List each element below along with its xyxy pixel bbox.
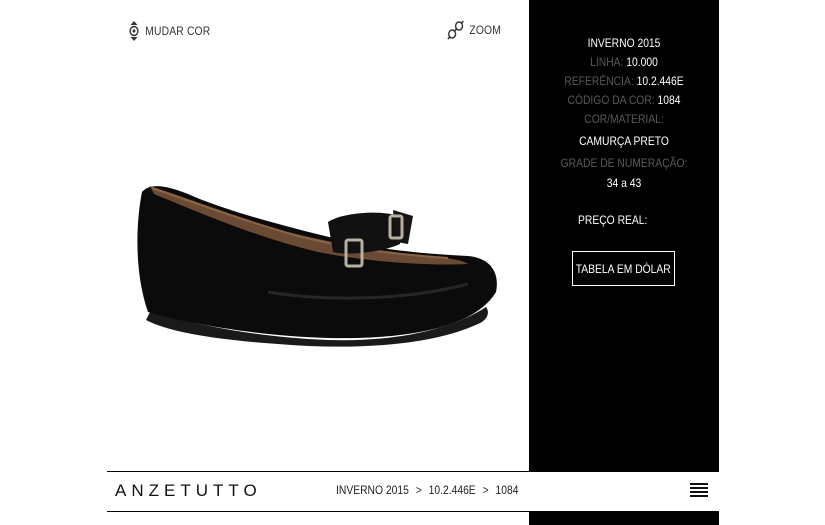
zoom-button[interactable]: ZOOM bbox=[447, 20, 501, 40]
change-color-button[interactable]: MUDAR COR bbox=[128, 20, 210, 42]
chevron-right-icon: > bbox=[415, 483, 422, 497]
color-code-value: 1084 bbox=[657, 93, 681, 107]
sizes-value-row: 34 a 43 bbox=[542, 174, 705, 193]
season-value: INVERNO 2015 bbox=[587, 36, 661, 50]
reference-row: REFERÊNCIA: 10.2.446E bbox=[542, 72, 705, 91]
footer-divider-bottom bbox=[107, 511, 719, 512]
material-value: CAMURÇA PRETO bbox=[579, 134, 669, 148]
product-info-panel: INVERNO 2015 LINHA: 10.000 REFERÊNCIA: 1… bbox=[529, 0, 719, 525]
product-image[interactable] bbox=[128, 172, 508, 352]
color-code-row: CÓDIGO DA COR: 1084 bbox=[542, 91, 705, 110]
price-row: PREÇO REAL: bbox=[578, 213, 647, 227]
breadcrumb: INVERNO 2015 > 10.2.446E > 1084 bbox=[336, 483, 518, 497]
reference-value: 10.2.446E bbox=[636, 74, 684, 88]
material-label-row: COR/MATERIAL: bbox=[542, 110, 705, 129]
hamburger-menu-icon[interactable] bbox=[690, 483, 708, 498]
sizes-value: 34 a 43 bbox=[606, 176, 642, 190]
sizes-label: GRADE DE NUMERAÇÃO: bbox=[560, 156, 688, 170]
reference-label: REFERÊNCIA: bbox=[564, 74, 634, 88]
material-label: COR/MATERIAL: bbox=[584, 112, 664, 126]
brand-logo[interactable]: ANZETUTTO bbox=[115, 481, 262, 501]
line-label: LINHA: bbox=[590, 55, 624, 69]
line-row: LINHA: 10.000 bbox=[542, 53, 705, 72]
change-color-label: MUDAR COR bbox=[145, 24, 211, 38]
chevron-right-icon: > bbox=[482, 483, 489, 497]
dollar-table-label: TABELA EM DÓLAR bbox=[575, 261, 672, 276]
sizes-label-row: GRADE DE NUMERAÇÃO: bbox=[542, 154, 705, 173]
color-code-label: CÓDIGO DA COR: bbox=[567, 93, 655, 107]
line-value: 10.000 bbox=[626, 55, 658, 69]
price-label: PREÇO REAL: bbox=[578, 213, 648, 227]
zoom-label: ZOOM bbox=[469, 23, 502, 37]
dollar-table-button[interactable]: TABELA EM DÓLAR bbox=[572, 251, 675, 286]
zoom-icon bbox=[447, 20, 464, 40]
color-swap-icon bbox=[128, 20, 140, 42]
breadcrumb-item-color[interactable]: 1084 bbox=[495, 483, 518, 497]
breadcrumb-item-season[interactable]: INVERNO 2015 bbox=[336, 483, 409, 497]
breadcrumb-item-reference[interactable]: 10.2.446E bbox=[429, 483, 476, 497]
season-line: INVERNO 2015 bbox=[542, 34, 705, 53]
material-value-row: CAMURÇA PRETO bbox=[542, 132, 705, 151]
